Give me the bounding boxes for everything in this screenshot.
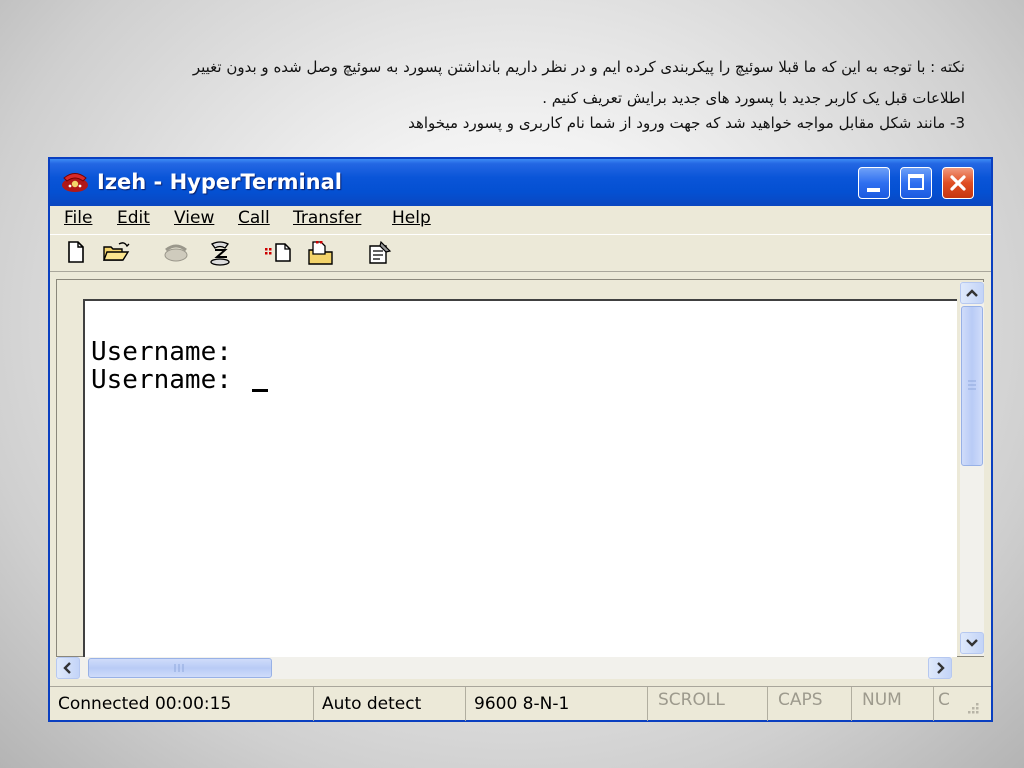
vertical-scroll-thumb[interactable]: [961, 306, 983, 466]
receive-button[interactable]: [306, 240, 334, 266]
vertical-scrollbar[interactable]: [960, 282, 984, 656]
note-line-1: نکته : با توجه به این که ما قبلا سوئیچ ر…: [192, 58, 965, 76]
terminal-prompt: Username:: [91, 365, 248, 395]
disconnect-button[interactable]: [206, 240, 234, 266]
hyperterminal-window: Izeh - HyperTerminal File Edit View Call…: [48, 157, 993, 722]
horizontal-scroll-thumb[interactable]: [88, 658, 272, 678]
phone-connect-icon: [164, 244, 188, 262]
title-bar[interactable]: Izeh - HyperTerminal: [50, 159, 991, 206]
menu-help[interactable]: Help: [392, 208, 431, 228]
close-button[interactable]: [942, 167, 974, 199]
terminal-line-2: Username:: [91, 366, 957, 394]
horizontal-scrollbar[interactable]: [56, 657, 952, 679]
slide-text: نکته : با توجه به این که ما قبلا سوئیچ ر…: [60, 52, 965, 139]
open-folder-icon: [102, 242, 130, 261]
status-scroll: SCROLL: [648, 687, 768, 721]
toolbar: [50, 234, 991, 272]
open-button[interactable]: [102, 240, 130, 266]
status-settings: 9600 8-N-1: [466, 687, 648, 721]
new-connection-button[interactable]: [64, 240, 92, 266]
chevron-right-icon: [937, 662, 945, 674]
chevron-up-icon: [966, 289, 978, 297]
chevron-left-icon: [63, 662, 71, 674]
status-detect: Auto detect: [314, 687, 466, 721]
send-file-icon: [265, 243, 291, 262]
menu-view[interactable]: View: [174, 208, 214, 228]
maximize-button[interactable]: [900, 167, 932, 199]
new-document-icon: [68, 241, 84, 263]
scroll-down-button[interactable]: [960, 632, 984, 654]
hyperterminal-phone-icon[interactable]: [60, 168, 90, 198]
status-caps: CAPS: [768, 687, 852, 721]
menu-call[interactable]: Call: [238, 208, 270, 228]
send-button[interactable]: [264, 240, 292, 266]
menu-file[interactable]: File: [64, 208, 92, 228]
menu-bar: File Edit View Call Transfer Help: [50, 206, 991, 232]
receive-file-icon: [308, 241, 333, 265]
minimize-icon: [867, 188, 880, 192]
window-title: Izeh - HyperTerminal: [97, 170, 342, 194]
properties-icon: [369, 240, 392, 264]
terminal-frame: Username: Username:: [56, 279, 984, 657]
menu-edit[interactable]: Edit: [117, 208, 150, 228]
disconnect-icon: [210, 241, 230, 266]
status-num: NUM: [852, 687, 934, 721]
step-3-text: 3- مانند شکل مقابل مواجه خواهید شد که جه…: [408, 114, 965, 132]
terminal-line-1: Username:: [91, 337, 232, 367]
terminal-screen[interactable]: Username: Username:: [83, 299, 957, 657]
minimize-button[interactable]: [858, 167, 890, 199]
scroll-right-button[interactable]: [928, 657, 952, 679]
close-icon: [950, 175, 966, 191]
scroll-up-button[interactable]: [960, 282, 984, 304]
properties-button[interactable]: [364, 240, 392, 266]
menu-transfer[interactable]: Transfer: [293, 208, 361, 228]
resize-grip-icon[interactable]: [962, 699, 982, 719]
status-capture: C: [938, 690, 950, 710]
maximize-icon: [908, 174, 924, 190]
text-cursor: [251, 389, 268, 392]
scroll-left-button[interactable]: [56, 657, 80, 679]
chevron-down-icon: [966, 639, 978, 647]
status-bar: Connected 00:00:15 Auto detect 9600 8-N-…: [50, 686, 991, 721]
status-connection: Connected 00:00:15: [58, 687, 314, 721]
grip-icon: [968, 380, 976, 390]
grip-icon: [174, 664, 184, 672]
call-button[interactable]: [162, 240, 190, 266]
